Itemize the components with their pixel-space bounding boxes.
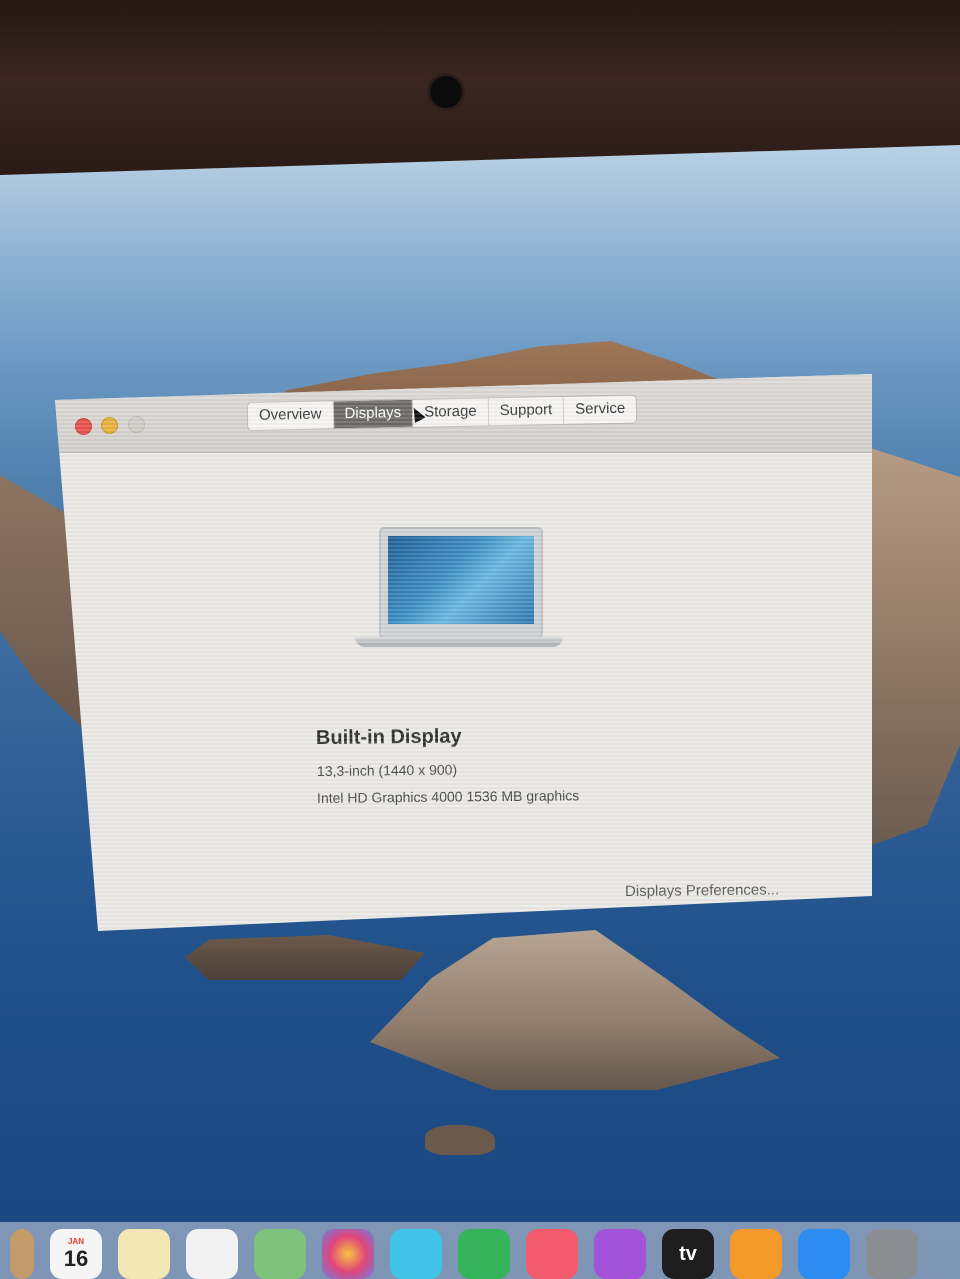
- tab-bar: Overview Displays Storage Support Servic…: [246, 394, 638, 431]
- laptop-base: [355, 637, 563, 647]
- laptop-screen: [388, 536, 534, 624]
- tv-icon[interactable]: tv: [662, 1229, 714, 1279]
- close-button[interactable]: [75, 418, 92, 435]
- app-store-icon[interactable]: [798, 1229, 850, 1279]
- webcam: [430, 76, 462, 108]
- reminders-icon[interactable]: [186, 1229, 238, 1279]
- laptop-lid: [379, 527, 543, 639]
- tv-label: tv: [679, 1242, 697, 1265]
- display-size-resolution: 13,3-inch (1440 x 900): [316, 761, 458, 779]
- system-preferences-icon[interactable]: [866, 1229, 918, 1279]
- tab-storage[interactable]: Storage: [412, 398, 489, 427]
- zoom-button: [128, 416, 145, 433]
- dock: JAN 16 tv: [0, 1222, 960, 1279]
- tab-displays[interactable]: Displays: [333, 399, 414, 429]
- books-icon[interactable]: [730, 1229, 782, 1279]
- photos-icon[interactable]: [322, 1229, 374, 1279]
- music-icon[interactable]: [526, 1229, 578, 1279]
- tab-support[interactable]: Support: [488, 396, 565, 426]
- tab-service[interactable]: Service: [564, 396, 637, 424]
- calendar-month: JAN: [67, 1236, 84, 1246]
- wallpaper-small-rock: [425, 1125, 495, 1155]
- wallpaper-island: [370, 930, 780, 1090]
- minimize-button[interactable]: [101, 417, 118, 434]
- laptop-bezel: [0, 0, 960, 175]
- tab-overview[interactable]: Overview: [247, 401, 334, 430]
- facetime-icon[interactable]: [458, 1229, 510, 1279]
- displays-preferences-button[interactable]: Displays Preferences...: [625, 881, 779, 900]
- wallpaper-rock-ledge: [185, 935, 425, 980]
- macbook-illustration: [355, 527, 565, 657]
- calendar-icon[interactable]: JAN 16: [50, 1229, 102, 1279]
- about-this-mac-window: Overview Displays Storage Support Servic…: [55, 374, 872, 931]
- display-graphics: Intel HD Graphics 4000 1536 MB graphics: [316, 787, 580, 806]
- podcasts-icon[interactable]: [594, 1229, 646, 1279]
- finder-icon[interactable]: [10, 1229, 34, 1279]
- calendar-day: 16: [63, 1245, 89, 1271]
- notes-icon[interactable]: [118, 1229, 170, 1279]
- display-name: Built-in Display: [315, 725, 462, 749]
- messages-icon[interactable]: [390, 1229, 442, 1279]
- maps-icon[interactable]: [254, 1229, 306, 1279]
